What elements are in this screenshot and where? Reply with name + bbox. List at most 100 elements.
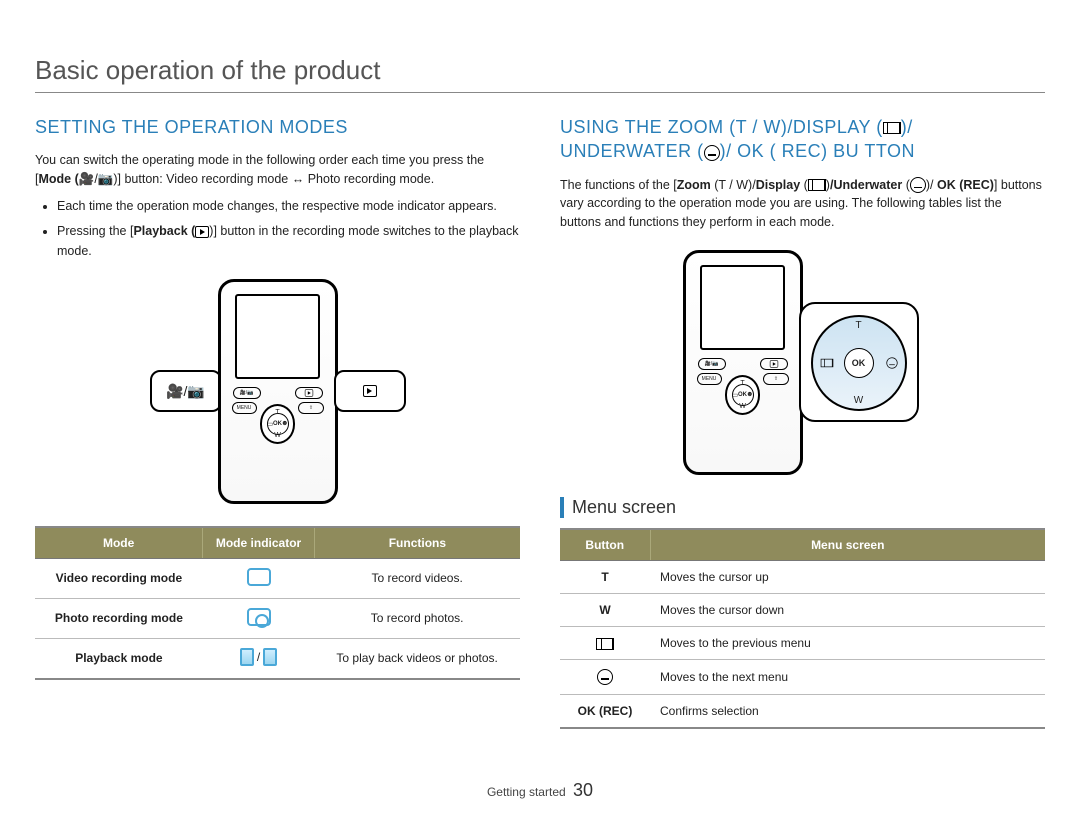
content-columns: SETTING THE OPERATION MODES You can swit… xyxy=(35,115,1045,729)
dpad-callout: T W OK xyxy=(799,302,919,422)
bullet1: Each time the operation mode changes, th… xyxy=(57,197,520,216)
underwater-label: /Underwater xyxy=(830,178,902,192)
video-mode-icon xyxy=(247,568,271,586)
underwater-icon xyxy=(884,355,900,371)
mode-cell: Video recording mode xyxy=(35,558,203,598)
device-screen xyxy=(235,294,320,379)
mode-callout: 🎥/📷 xyxy=(150,370,222,412)
device-body: 🎥/📷 MENU T W ▭ ☻ OK xyxy=(683,250,803,475)
share-button: ⇧ xyxy=(298,402,323,414)
mode-button: 🎥/📷 xyxy=(698,358,726,370)
underwater-icon: ☻ xyxy=(281,420,288,427)
modes-table: Mode Mode indicator Functions Video reco… xyxy=(35,526,520,680)
underwater-icon xyxy=(910,177,926,193)
dpad-t: T xyxy=(855,320,861,331)
play-button xyxy=(760,358,788,370)
okrec-label: OK (REC) xyxy=(937,178,994,192)
dpad: T W ▭ ☻ OK xyxy=(725,375,761,415)
bullet2: Pressing the [Playback ()] button in the… xyxy=(57,222,520,261)
btn-cell xyxy=(560,626,650,659)
play-icon xyxy=(195,226,209,238)
th-mode: Mode xyxy=(35,527,203,559)
mode-cell: Photo recording mode xyxy=(35,598,203,638)
fn-cell: To play back videos or photos. xyxy=(314,638,520,679)
th-functions: Functions xyxy=(314,527,520,559)
table-row: Moves to the previous menu xyxy=(560,626,1045,659)
playback-icon-photo xyxy=(263,648,277,666)
th-button: Button xyxy=(560,529,650,561)
indicator-cell: / xyxy=(203,638,314,679)
bullet2-a: Pressing the [ xyxy=(57,224,133,238)
left-device-illustration: 🎥/📷 🎥/📷 MENU T W xyxy=(35,279,520,504)
play-icon xyxy=(363,385,377,397)
left-column: SETTING THE OPERATION MODES You can swit… xyxy=(35,115,520,729)
left-heading: SETTING THE OPERATION MODES xyxy=(35,115,520,139)
dpad-w: W xyxy=(739,403,746,410)
display-label: Display xyxy=(756,178,800,192)
page-number: 30 xyxy=(573,780,593,800)
table-row: Playback mode / To play back videos or p… xyxy=(35,638,520,679)
heading-a: USING THE ZOOM (T / W)/DISPLAY ( xyxy=(560,117,883,137)
table-row: Video recording mode To record videos. xyxy=(35,558,520,598)
menu-screen-subheading: Menu screen xyxy=(560,497,1045,518)
desc-cell: Moves to the next menu xyxy=(650,659,1045,694)
play-button xyxy=(295,387,323,399)
heading-c: )/ OK ( REC) BU TTON xyxy=(720,141,915,161)
uw-open: ( xyxy=(902,178,910,192)
desc-cell: Confirms selection xyxy=(650,694,1045,728)
intro-a: The functions of the [ xyxy=(560,178,677,192)
table-row: W Moves the cursor down xyxy=(560,593,1045,626)
buttons-table: Button Menu screen T Moves the cursor up… xyxy=(560,528,1045,729)
intro-part-b: )] button: Video recording mode ↔ Photo … xyxy=(113,172,434,186)
dpad-t: T xyxy=(275,409,279,416)
page-footer: Getting started 30 xyxy=(0,780,1080,801)
dpad-t: T xyxy=(740,380,744,387)
display-icon xyxy=(808,179,826,191)
dpad-ok: OK xyxy=(844,348,874,378)
underwater-icon: ☻ xyxy=(746,391,753,398)
mode-cell: Playback mode xyxy=(35,638,203,679)
disp-open: ( xyxy=(800,178,808,192)
fn-cell: To record photos. xyxy=(314,598,520,638)
right-column: USING THE ZOOM (T / W)/DISPLAY ()/ UNDER… xyxy=(560,115,1045,729)
intro-mode-label: Mode ( xyxy=(38,172,78,186)
playback-callout xyxy=(334,370,406,412)
dpad-w: W xyxy=(274,432,281,439)
fn-cell: To record videos. xyxy=(314,558,520,598)
display-icon xyxy=(883,122,901,134)
th-indicator: Mode indicator xyxy=(203,527,314,559)
dpad: T W ▭ ☻ OK xyxy=(260,404,296,444)
left-intro: You can switch the operating mode in the… xyxy=(35,151,520,189)
menu-button: MENU xyxy=(232,402,257,414)
underwater-icon xyxy=(597,669,613,685)
display-icon xyxy=(596,638,614,650)
table-row: T Moves the cursor up xyxy=(560,560,1045,593)
dpad-w: W xyxy=(854,395,863,406)
btn-cell xyxy=(560,659,650,694)
table-row: OK (REC) Confirms selection xyxy=(560,694,1045,728)
playback-icon-video xyxy=(240,648,254,666)
display-icon: ▭ xyxy=(732,391,739,399)
menu-button: MENU xyxy=(697,373,722,385)
page-title: Basic operation of the product xyxy=(35,55,1045,93)
device-screen xyxy=(700,265,785,350)
zoom-label: Zoom xyxy=(677,178,711,192)
desc-cell: Moves to the previous menu xyxy=(650,626,1045,659)
mode-button: 🎥/📷 xyxy=(233,387,261,399)
table-row: Photo recording mode To record photos. xyxy=(35,598,520,638)
bullet2-pb: Playback ( xyxy=(133,224,195,238)
btn-cell: W xyxy=(560,593,650,626)
table-row: Moves to the next menu xyxy=(560,659,1045,694)
tw-label: (T / W)/ xyxy=(711,178,756,192)
footer-section: Getting started xyxy=(487,785,566,799)
th-menu: Menu screen xyxy=(650,529,1045,561)
underwater-icon xyxy=(704,145,720,161)
right-heading: USING THE ZOOM (T / W)/DISPLAY ()/ UNDER… xyxy=(560,115,1045,164)
btn-cell: OK (REC) xyxy=(560,694,650,728)
desc-cell: Moves the cursor up xyxy=(650,560,1045,593)
indicator-cell xyxy=(203,558,314,598)
right-intro: The functions of the [Zoom (T / W)/Displ… xyxy=(560,176,1045,232)
share-button: ⇧ xyxy=(763,373,788,385)
display-icon: ▭ xyxy=(267,420,274,428)
dpad-large: T W OK xyxy=(811,315,907,411)
